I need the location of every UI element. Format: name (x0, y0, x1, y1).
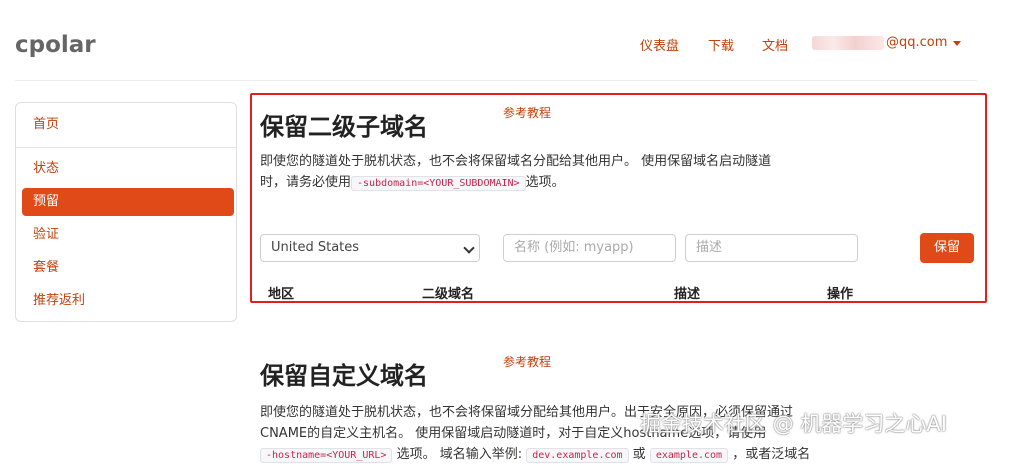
table-header-subdomain: 二级域名 (422, 287, 475, 302)
table-header-description: 描述 (674, 287, 701, 302)
subdomain-description-line2: 时，请务必使用 -subdomain=<YOUR_SUBDOMAIN> 选项。 (260, 172, 565, 194)
subdomain-description-line1: 即使您的隧道处于脱机状态，也不会将保留域名分配给其他用户。 使用保留域名启动隧道 (260, 154, 772, 169)
example-domain-code-2: example.com (649, 448, 729, 463)
sidebar-item-home[interactable]: 首页 (22, 111, 234, 139)
subdomain-name-input[interactable]: 名称 (例如: myapp) (503, 234, 676, 262)
reference-link-subdomain[interactable]: 参考教程 (503, 104, 551, 121)
reserve-button[interactable]: 保留 (920, 233, 974, 263)
sidebar-item-referral[interactable]: 推荐返利 (22, 287, 234, 315)
chevron-down-icon (463, 242, 475, 254)
table-header-region: 地区 (268, 287, 295, 302)
sidebar-item-auth[interactable]: 验证 (22, 221, 234, 249)
region-select[interactable]: United States (260, 234, 480, 262)
desc-prefix: 时，请务必使用 (260, 175, 352, 190)
region-selected-value: United States (271, 240, 360, 255)
desc-or: 或 (632, 447, 646, 462)
sidebar: 首页 状态 预留 验证 套餐 推荐返利 (15, 102, 237, 322)
table-header-actions: 操作 (827, 287, 854, 302)
header-divider (15, 80, 977, 81)
desc-suffix: 选项。 (525, 175, 565, 190)
page-title-custom-domain: 保留自定义域名 (260, 362, 428, 390)
sidebar-item-plans[interactable]: 套餐 (22, 254, 234, 282)
nav-dashboard[interactable]: 仪表盘 (640, 35, 679, 54)
nav-docs[interactable]: 文档 (762, 35, 788, 54)
page-title-subdomain: 保留二级子域名 (260, 113, 428, 141)
cpolar-logo[interactable]: cpolar (15, 32, 96, 58)
subdomain-option-code: -subdomain=<YOUR_SUBDOMAIN> (351, 176, 526, 191)
user-email-redacted[interactable] (812, 36, 884, 50)
desc-end: ，或者泛域名 (732, 447, 811, 462)
watermark: 掘金技术社区 @ 机器学习之心AI (640, 412, 947, 436)
desc-mid: 选项。 域名输入举例: (396, 447, 523, 462)
sidebar-item-status[interactable]: 状态 (22, 155, 234, 183)
subdomain-description-input[interactable]: 描述 (685, 234, 858, 262)
chevron-down-icon[interactable] (953, 41, 961, 46)
custom-domain-description-line3: -hostname=<YOUR_URL> 选项。 域名输入举例: dev.exa… (260, 444, 810, 466)
sidebar-item-reserve[interactable]: 预留 (22, 188, 234, 216)
nav-download[interactable]: 下载 (708, 35, 734, 54)
user-email[interactable]: @qq.com (886, 35, 947, 50)
reference-link-custom-domain[interactable]: 参考教程 (503, 353, 551, 370)
hostname-option-code: -hostname=<YOUR_URL> (260, 448, 393, 463)
example-domain-code-1: dev.example.com (526, 448, 629, 463)
sidebar-divider (16, 147, 236, 148)
